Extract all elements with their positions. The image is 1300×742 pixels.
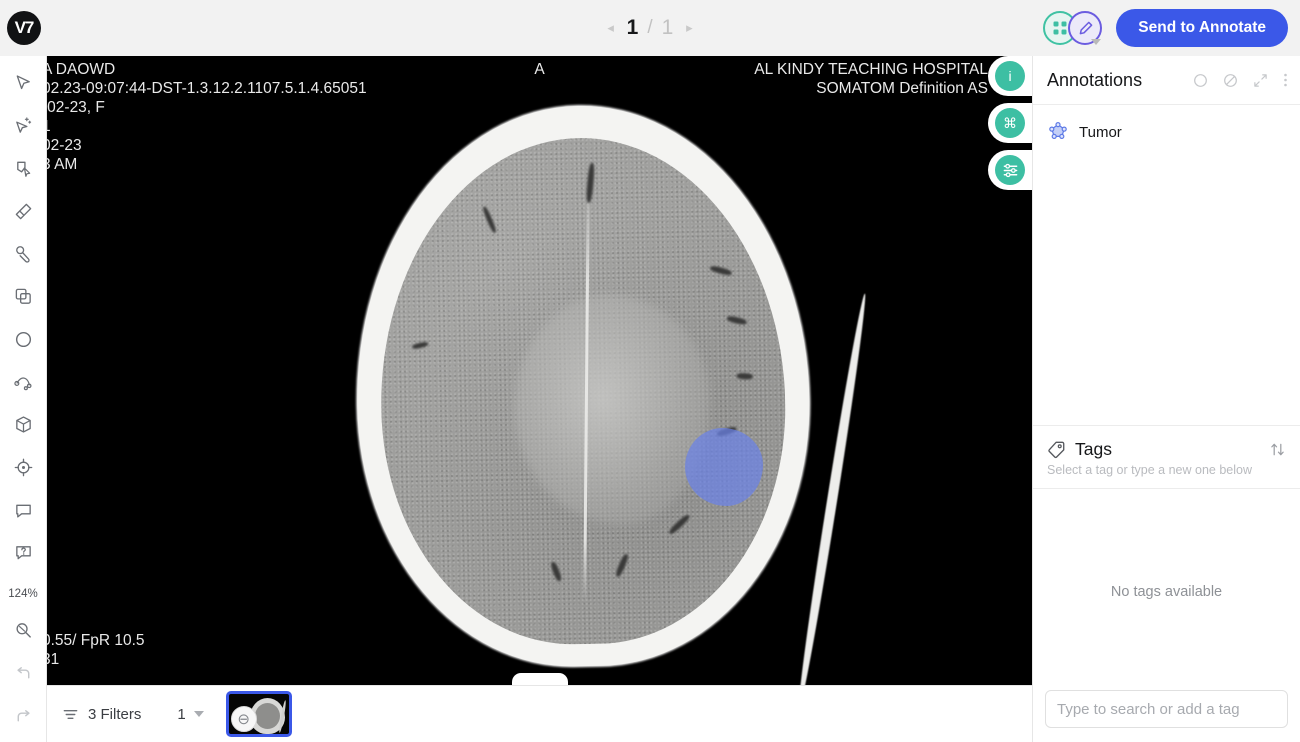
- sliders-icon: [1003, 163, 1017, 177]
- magnifier-icon: [15, 623, 31, 638]
- polygon-tool[interactable]: [6, 151, 40, 185]
- redo-arrow-icon: [17, 709, 30, 722]
- comment-icon: [15, 504, 31, 518]
- crosshair-icon: [14, 458, 32, 477]
- keypoint-tool[interactable]: [6, 451, 40, 485]
- annotation-item-tumor[interactable]: Tumor: [1033, 115, 1300, 149]
- current-page: 1: [626, 16, 639, 39]
- v7-logo[interactable]: V7: [7, 11, 41, 45]
- ct-scan-image: [233, 56, 933, 685]
- send-to-annotate-button[interactable]: Send to Annotate: [1116, 9, 1288, 47]
- annotations-title: Annotations: [1047, 69, 1143, 90]
- brush-icon: [15, 203, 31, 219]
- expand-icon[interactable]: [1253, 73, 1268, 88]
- tag-icon: [1048, 441, 1065, 459]
- pencil-icon: [1079, 21, 1093, 34]
- help-tool[interactable]: [6, 536, 40, 570]
- copy-squares-icon: [15, 288, 31, 304]
- thumbnail-collapse-badge[interactable]: ⊖: [230, 706, 257, 732]
- avatar-group: [1043, 11, 1103, 45]
- tags-section: Tags Select a tag or type a new one belo…: [1033, 425, 1300, 489]
- tags-empty-message: No tags available: [1110, 584, 1223, 600]
- undo-tool[interactable]: [6, 657, 40, 691]
- bottom-bar: 3 Filters 1 ⊖: [47, 685, 1032, 742]
- select-tool[interactable]: [6, 66, 40, 100]
- zoom-level-label: 124%: [8, 587, 38, 600]
- frame-selector[interactable]: 1: [177, 705, 204, 723]
- filters-label: 3 Filters: [88, 705, 142, 723]
- circle-icon: [15, 331, 31, 347]
- redo-tool[interactable]: [6, 699, 40, 733]
- tumor-mask[interactable]: [685, 428, 763, 506]
- prev-item-button[interactable]: ◂: [604, 20, 618, 36]
- annotation-label: Tumor: [1079, 123, 1122, 141]
- sort-arrows-icon[interactable]: [1269, 441, 1286, 458]
- canvas-float-buttons: i ⌘: [988, 56, 1032, 197]
- info-button[interactable]: i: [995, 61, 1025, 91]
- slice-thumbnail[interactable]: ⊖: [225, 691, 292, 737]
- filters-button[interactable]: 3 Filters: [62, 706, 141, 723]
- skeleton-icon: [13, 376, 32, 390]
- pencil-avatar[interactable]: [1068, 11, 1103, 45]
- sulcus: [736, 372, 753, 380]
- pen-tool[interactable]: [6, 237, 40, 271]
- question-bubble-icon: [15, 546, 31, 560]
- annotations-list: Tumor: [1033, 105, 1300, 425]
- image-canvas[interactable]: A DAOWD 02.23-09:07:44-DST-1.3.12.2.1107…: [47, 56, 1032, 685]
- bounding-box-tool[interactable]: [6, 280, 40, 314]
- windowing-button[interactable]: [995, 155, 1025, 185]
- right-sidebar: Annotations Tumor Tags Select a tag or t…: [1032, 56, 1300, 742]
- page-separator: /: [647, 17, 653, 38]
- frame-number: 1: [177, 705, 186, 723]
- brush-tool[interactable]: [6, 194, 40, 228]
- cursor-arrow-icon: [16, 75, 30, 90]
- next-item-button[interactable]: ▸: [682, 20, 696, 36]
- avatar-dropdown-caret[interactable]: [1091, 39, 1102, 45]
- zoom-tool[interactable]: [6, 614, 40, 648]
- canvas-collapse-handle[interactable]: [511, 673, 568, 685]
- keypoint-skeleton-tool[interactable]: [6, 365, 40, 399]
- more-options-icon[interactable]: [1283, 72, 1288, 88]
- comment-tool[interactable]: [6, 493, 40, 527]
- filter-lines-icon: [63, 709, 78, 719]
- select-all-circle-icon[interactable]: [1193, 73, 1208, 88]
- cube-icon: [15, 416, 31, 433]
- polygon-cursor-icon: [16, 161, 30, 177]
- tool-sidebar: 124%: [0, 56, 47, 742]
- chevron-down-icon: [193, 711, 204, 717]
- tag-input-wrap: [1033, 690, 1300, 742]
- info-button-wrap: i: [988, 56, 1032, 96]
- top-bar-right: Send to Annotate: [1043, 0, 1288, 56]
- shortcuts-button-wrap: ⌘: [988, 103, 1032, 143]
- cuboid-tool[interactable]: [6, 408, 40, 442]
- dicom-overlay-bottom-left: 0.55/ FpR 10.5 31: [47, 632, 145, 668]
- ellipse-tool[interactable]: [6, 322, 40, 356]
- pen-icon: [15, 246, 30, 263]
- hide-all-icon[interactable]: [1223, 73, 1238, 88]
- auto-annotate-tool[interactable]: [6, 109, 40, 143]
- tag-search-input[interactable]: [1045, 690, 1288, 728]
- tags-title: Tags: [1075, 439, 1112, 459]
- magic-cursor-icon: [15, 117, 31, 133]
- annotation-workspace: V7 ◂ 1 / 1 ▸ Send to Annotate 124% DAOWD…: [0, 0, 1300, 742]
- tags-header: Tags: [1033, 426, 1300, 460]
- grid-icon: [1053, 21, 1067, 35]
- total-pages: 1: [661, 16, 674, 39]
- undo-arrow-icon: [16, 666, 29, 679]
- annotations-header-icons: [1193, 72, 1288, 88]
- annotations-header: Annotations: [1033, 56, 1300, 105]
- top-bar: V7 ◂ 1 / 1 ▸ Send to Annotate: [0, 0, 1300, 56]
- tags-subtitle: Select a tag or type a new one below: [1033, 460, 1300, 489]
- windowing-button-wrap: [988, 150, 1032, 190]
- polygon-keypoint-icon: [1049, 121, 1067, 139]
- shortcuts-button[interactable]: ⌘: [995, 108, 1025, 138]
